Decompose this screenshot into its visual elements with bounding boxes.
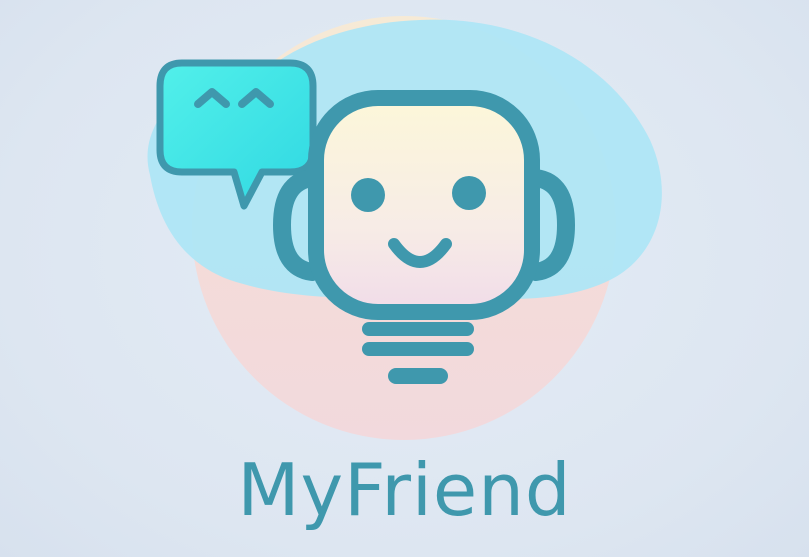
app-logo-screen: MyFriend [0,0,809,557]
app-name: MyFriend [237,448,572,532]
logo-artwork [147,16,662,440]
robot-head-icon [272,90,576,320]
